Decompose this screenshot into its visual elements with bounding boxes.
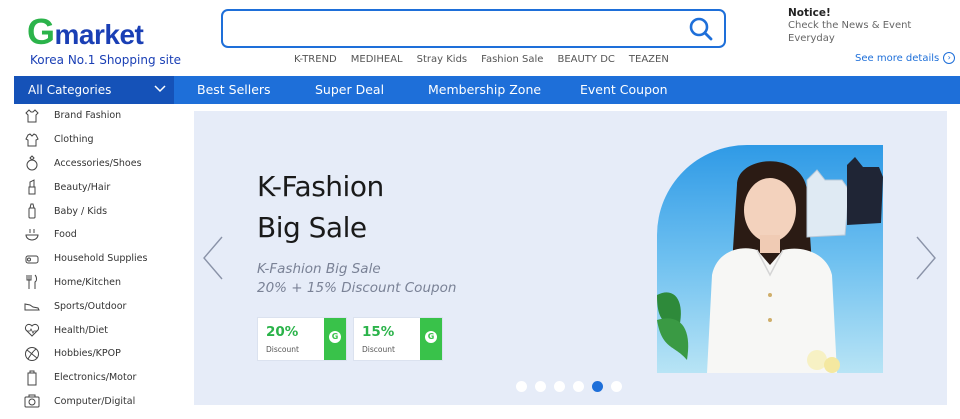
main-nav: All Categories Best Sellers Super Deal M… (14, 76, 960, 104)
ring-icon (26, 155, 38, 171)
top-icon (25, 133, 39, 147)
shoe-icon (24, 303, 40, 311)
camera-icon (24, 394, 40, 408)
see-more-label: See more details (855, 52, 940, 64)
sidebar-item-health-diet[interactable]: Health/Diet (14, 318, 174, 342)
sidebar-item-label: Hobbies/KPOP (54, 348, 121, 360)
nav-event-coupon[interactable]: Event Coupon (580, 76, 668, 104)
see-more-link[interactable]: See more details › (855, 52, 956, 64)
sidebar-item-brand-fashion[interactable]: Brand Fashion (14, 104, 174, 128)
carousel-dot[interactable] (592, 381, 603, 392)
coupon-percent: 15% (362, 324, 395, 340)
header: Gmarket Korea No.1 Shopping site K-TREND… (0, 0, 960, 76)
sidebar-item-label: Computer/Digital (54, 395, 136, 407)
carousel-dots (516, 381, 622, 392)
nav-super-deal[interactable]: Super Deal (315, 76, 384, 104)
model-illustration (657, 157, 883, 373)
sidebar-item-label: Accessories/Shoes (54, 157, 142, 169)
logo-g: G (27, 11, 55, 52)
banner-title-line2: Big Sale (257, 211, 367, 244)
sidebar-item-household-supplies[interactable]: Household Supplies (14, 247, 174, 271)
carousel-dot[interactable] (535, 381, 546, 392)
search-box (221, 9, 726, 48)
shirt-icon (25, 109, 39, 123)
coupon-label: Discount (362, 345, 395, 354)
sidebar-item-home-kitchen[interactable]: Home/Kitchen (14, 271, 174, 295)
chevron-right-icon[interactable] (913, 233, 939, 283)
sidebar-item-label: Baby / Kids (54, 205, 108, 217)
banner-subtitle-line1: K-Fashion Big Sale (257, 261, 381, 277)
coupon-percent: 20% (266, 324, 299, 340)
sidebar-item-label: Clothing (54, 134, 94, 146)
keyword-link[interactable]: BEAUTY DC (557, 54, 614, 65)
nav-best-sellers[interactable]: Best Sellers (197, 76, 271, 104)
promo-banner[interactable]: K-Fashion Big Sale K-Fashion Big Sale 20… (194, 111, 947, 405)
sidebar-item-label: Household Supplies (54, 253, 148, 265)
notice-title: Notice! (788, 7, 831, 19)
ball-icon (25, 346, 39, 361)
search-input[interactable] (233, 17, 673, 41)
sidebar-item-hobbies-kpop[interactable]: Hobbies/KPOP (14, 342, 174, 366)
sidebar-item-label: Health/Diet (54, 324, 108, 336)
sidebar-item-food[interactable]: Food (14, 223, 174, 247)
lipstick-icon (28, 179, 36, 195)
sidebar-item-label: Beauty/Hair (54, 181, 111, 193)
banner-subtitle-line2: 20% + 15% Discount Coupon (257, 280, 457, 296)
sidebar-item-label: Sports/Outdoor (54, 300, 127, 312)
carousel-dot[interactable] (554, 381, 565, 392)
sidebar-item-electronics-motor[interactable]: Electronics/Motor (14, 366, 174, 390)
banner-title-line1: K-Fashion (257, 170, 384, 203)
discount-coupon-15[interactable]: 15% Discount G (353, 317, 443, 361)
keyword-link[interactable]: Fashion Sale (481, 54, 543, 65)
sidebar-item-label: Brand Fashion (54, 110, 122, 122)
gmarket-logo[interactable]: Gmarket (27, 11, 167, 52)
search-button[interactable] (686, 15, 716, 43)
discount-coupon-20[interactable]: 20% Discount G (257, 317, 347, 361)
sidebar-item-clothing[interactable]: Clothing (14, 128, 174, 152)
nav-membership-zone[interactable]: Membership Zone (428, 76, 541, 104)
carousel-dot[interactable] (573, 381, 584, 392)
notice-text: Check the News & Event Everyday (788, 20, 912, 44)
chevron-right-icon: › (943, 52, 956, 64)
g-badge-icon: G (329, 331, 341, 343)
all-categories-label: All Categories (28, 83, 112, 97)
roll-icon (25, 255, 39, 264)
utensils-icon (26, 275, 37, 290)
sidebar-item-label: Food (54, 229, 77, 241)
search-icon (689, 17, 713, 41)
model-photo (657, 145, 883, 373)
keyword-link[interactable]: TEAZEN (629, 54, 669, 65)
chevron-left-icon[interactable] (200, 233, 226, 283)
sidebar-item-label: Home/Kitchen (54, 276, 121, 288)
bottle-icon (28, 203, 36, 219)
sidebar-item-baby-kids[interactable]: Baby / Kids (14, 199, 174, 223)
chevron-down-icon (154, 85, 166, 93)
bowl-icon (25, 228, 39, 241)
keyword-link[interactable]: MEDIHEAL (351, 54, 403, 65)
tagline: Korea No.1 Shopping site (30, 53, 182, 67)
sidebar-item-accessories-shoes[interactable]: Accessories/Shoes (14, 152, 174, 176)
sidebar-item-beauty-hair[interactable]: Beauty/Hair (14, 175, 174, 199)
carousel-dot[interactable] (516, 381, 527, 392)
coupon-tab: G (324, 318, 346, 360)
logo-text: market (54, 19, 144, 50)
carousel-dot[interactable] (611, 381, 622, 392)
keyword-link[interactable]: Stray Kids (417, 54, 468, 65)
heart-icon (24, 324, 40, 337)
coupon-tab: G (420, 318, 442, 360)
battery-icon (27, 370, 37, 386)
sidebar-item-label: Electronics/Motor (54, 372, 137, 384)
trending-keywords: K-TREND MEDIHEAL Stray Kids Fashion Sale… (294, 54, 683, 65)
keyword-link[interactable]: K-TREND (294, 54, 337, 65)
sidebar-item-sports-outdoor[interactable]: Sports/Outdoor (14, 294, 174, 318)
all-categories-button[interactable]: All Categories (14, 76, 174, 104)
sidebar-item-computer-digital[interactable]: Computer/Digital (14, 390, 174, 414)
category-sidebar: Brand Fashion Clothing Accessories/Shoes… (14, 104, 174, 419)
coupon-label: Discount (266, 345, 299, 354)
g-badge-icon: G (425, 331, 437, 343)
